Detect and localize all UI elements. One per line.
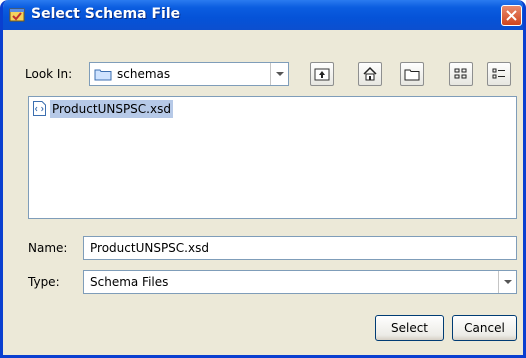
type-value: Schema Files	[90, 275, 169, 289]
type-combo[interactable]: Schema Files	[83, 270, 517, 294]
look-in-dropdown-arrow[interactable]	[270, 63, 288, 85]
select-button[interactable]: Select	[375, 315, 444, 341]
name-field[interactable]: ProductUNSPSC.xsd	[83, 236, 517, 260]
window-title: Select Schema File	[31, 6, 181, 22]
file-list[interactable]: ProductUNSPSC.xsd	[28, 96, 517, 219]
file-name: ProductUNSPSC.xsd	[50, 100, 173, 118]
look-in-value: schemas	[117, 67, 171, 81]
xsd-file-icon	[33, 101, 46, 116]
details-view-icon	[492, 68, 505, 79]
name-field-value: ProductUNSPSC.xsd	[90, 241, 209, 255]
type-label: Type:	[28, 275, 60, 289]
home-button[interactable]	[358, 62, 382, 86]
dialog-content: Look In: schemas ProductUNSPSC.xsd Name:…	[3, 30, 523, 355]
chevron-down-icon	[276, 72, 284, 76]
look-in-label: Look In:	[25, 67, 73, 81]
folder-icon	[94, 68, 112, 84]
chevron-down-icon	[504, 280, 512, 284]
new-folder-icon	[404, 69, 420, 81]
details-view-button[interactable]	[487, 62, 511, 86]
look-in-combo[interactable]: schemas	[89, 62, 289, 86]
list-view-button[interactable]	[449, 62, 473, 86]
select-schema-dialog: Select Schema File Look In: schemas Prod…	[0, 0, 526, 358]
list-view-icon	[454, 68, 467, 79]
java-app-icon	[9, 7, 25, 23]
home-icon	[363, 66, 377, 81]
new-folder-button[interactable]	[400, 62, 424, 86]
close-button[interactable]	[501, 5, 522, 26]
type-dropdown-arrow[interactable]	[498, 271, 516, 293]
close-icon	[506, 10, 517, 21]
name-label: Name:	[28, 241, 68, 255]
title-bar[interactable]: Select Schema File	[3, 0, 523, 30]
up-folder-icon	[314, 68, 330, 81]
up-one-level-button[interactable]	[310, 62, 334, 86]
cancel-button[interactable]: Cancel	[452, 315, 517, 341]
